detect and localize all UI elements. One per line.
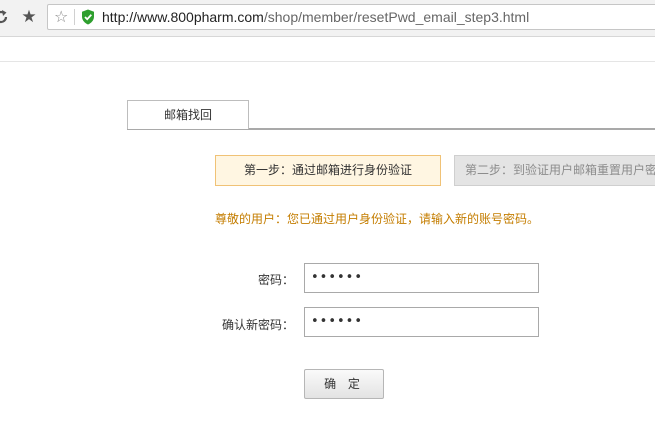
url-host: http://www.800pharm.com: [102, 9, 264, 25]
confirm-button[interactable]: 确 定: [304, 369, 384, 399]
step-one-badge: 第一步：通过邮箱进行身份验证: [215, 155, 441, 186]
confirm-password-label: 确认新密码：: [221, 318, 294, 332]
password-label: 密码：: [257, 273, 294, 287]
header-divider: [0, 61, 655, 62]
star-outline-icon[interactable]: ☆: [54, 7, 68, 27]
url-text[interactable]: http://www.800pharm.com/shop/member/rese…: [102, 5, 529, 29]
step-two-badge: 第二步：到验证用户邮箱重置用户密: [454, 155, 655, 186]
address-bar[interactable]: ☆ http://www.800pharm.com/shop/member/re…: [47, 4, 655, 30]
tab-email-recovery[interactable]: 邮箱找回: [127, 100, 249, 129]
new-password-field[interactable]: ••••••: [304, 263, 539, 293]
confirm-password-field[interactable]: ••••••: [304, 307, 539, 337]
secure-shield-icon[interactable]: [81, 9, 95, 25]
bookmark-star-icon[interactable]: ★: [20, 6, 38, 28]
url-path: /shop/member/resetPwd_email_step3.html: [263, 9, 530, 25]
omnibox-divider: [74, 9, 75, 25]
verification-notice: 尊敬的用户：您已通过用户身份验证，请输入新的账号密码。: [215, 212, 540, 226]
browser-toolbar: ★ ☆ http://www.800pharm.com/shop/member/…: [0, 0, 655, 37]
reload-icon[interactable]: [0, 8, 10, 26]
